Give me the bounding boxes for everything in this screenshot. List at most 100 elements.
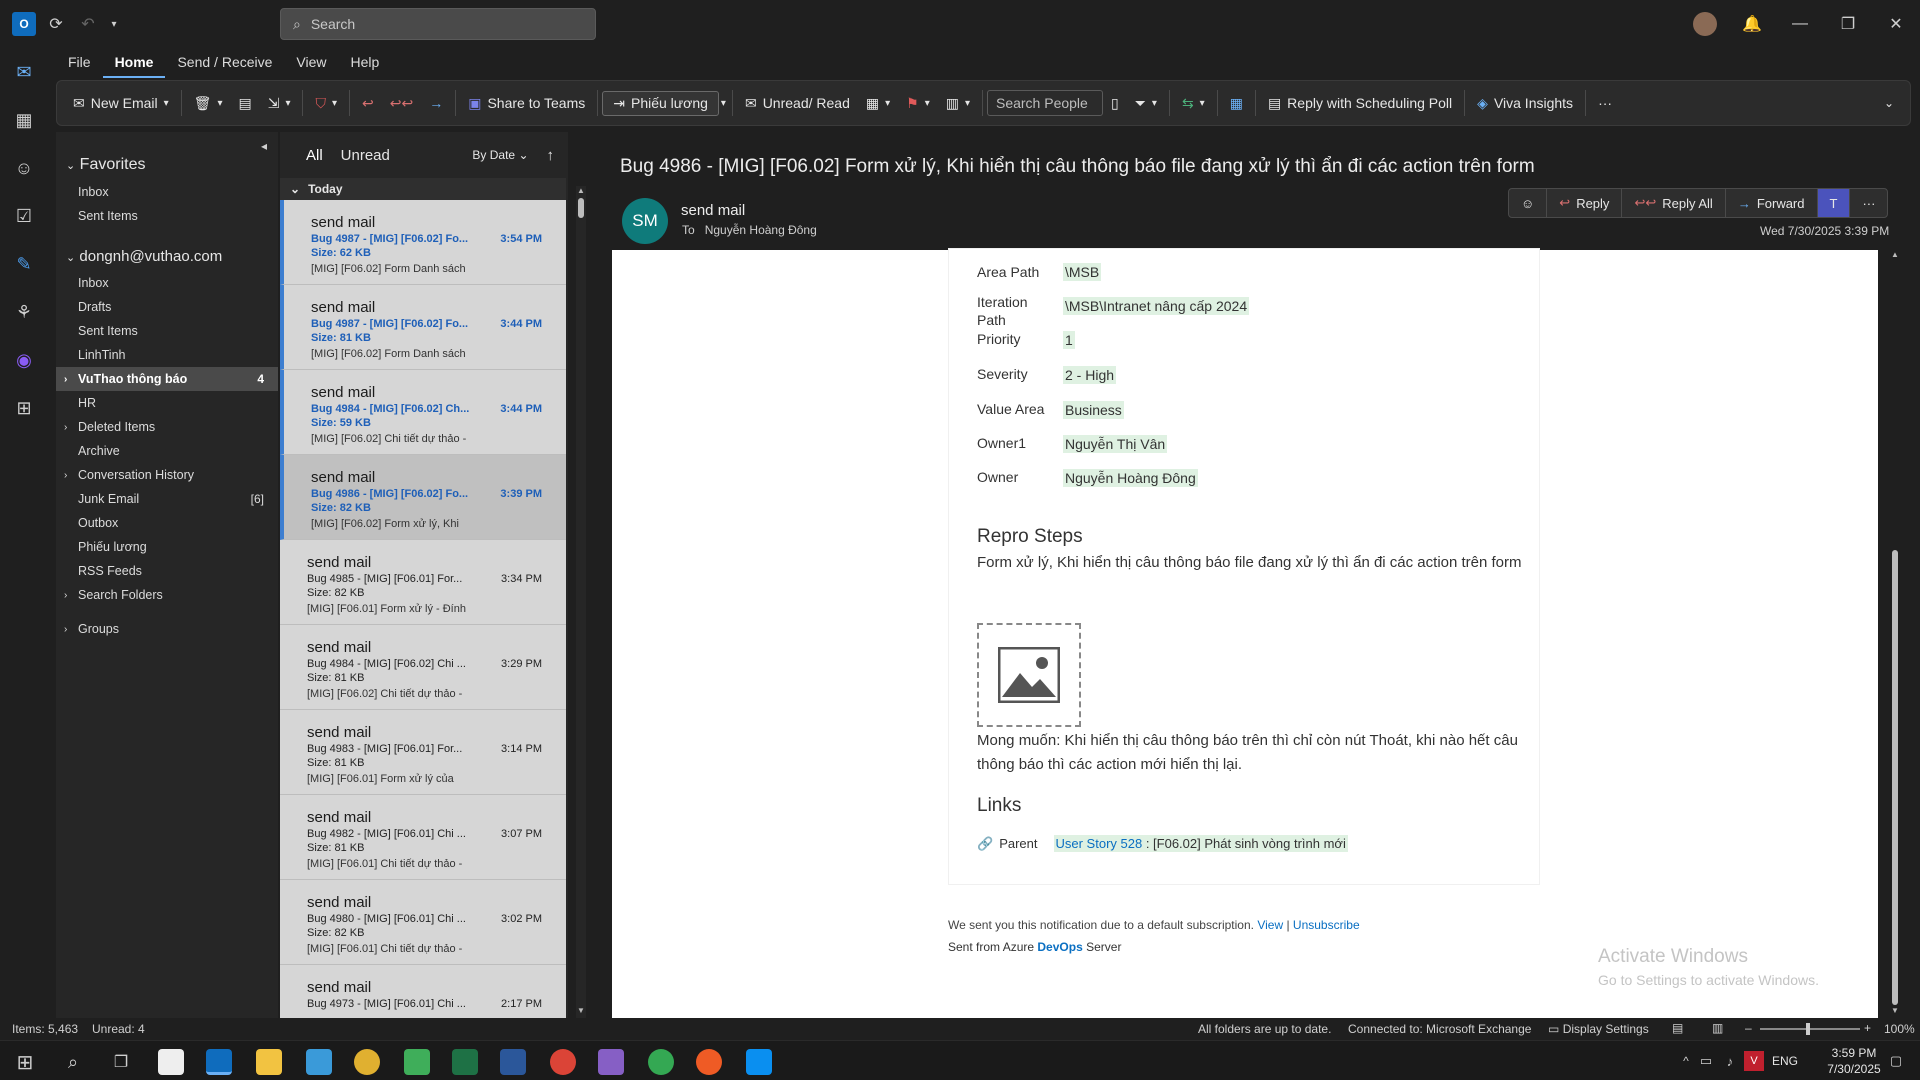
more-actions-button[interactable]: ··· xyxy=(1850,189,1887,217)
group-header-today[interactable]: ⌄ Today xyxy=(280,178,566,200)
list-item[interactable]: send mail Bug 4987 - [MIG] [F06.02] Fo...… xyxy=(280,285,566,370)
minimize-icon[interactable]: — xyxy=(1788,12,1812,36)
menu-view[interactable]: View xyxy=(284,48,338,78)
list-item[interactable]: send mail Bug 4982 - [MIG] [F06.01] Chi .… xyxy=(280,795,566,880)
notepad-icon[interactable] xyxy=(404,1049,430,1075)
clock-date[interactable]: 7/30/2025 xyxy=(1822,1062,1886,1076)
sender-avatar[interactable]: SM xyxy=(622,198,668,244)
folder-junk-email[interactable]: Junk Email [6] xyxy=(56,487,278,511)
list-item[interactable]: send mail Bug 4980 - [MIG] [F06.01] Chi .… xyxy=(280,880,566,965)
network-icon[interactable]: ▭ xyxy=(1696,1051,1716,1071)
scroll-up-icon[interactable]: ▲ xyxy=(577,186,585,195)
fav-sent-items[interactable]: Sent Items xyxy=(56,204,278,228)
scroll-thumb[interactable] xyxy=(578,198,584,218)
notification-center-icon[interactable]: ▢ xyxy=(1886,1051,1906,1071)
antivirus-icon[interactable]: V xyxy=(1744,1051,1764,1071)
language-indicator[interactable]: ENG xyxy=(1772,1054,1798,1068)
categorize-button[interactable]: ▦ ▾ xyxy=(858,91,898,116)
folder-groups[interactable]: › Groups xyxy=(56,617,278,641)
folder-outbox[interactable]: Outbox xyxy=(56,511,278,535)
image-placeholder-icon[interactable] xyxy=(977,623,1081,727)
chrome-2-icon[interactable] xyxy=(550,1049,576,1075)
scroll-down-icon[interactable]: ▼ xyxy=(577,1006,585,1015)
tab-all[interactable]: All xyxy=(306,147,323,164)
reply-button[interactable]: ↩ Reply xyxy=(1547,189,1623,217)
folder-search-folders[interactable]: › Search Folders xyxy=(56,583,278,607)
zoom-out-icon[interactable]: – xyxy=(1745,1021,1752,1035)
restore-icon[interactable]: ❐ xyxy=(1836,12,1860,36)
folder-drafts[interactable]: Drafts xyxy=(56,295,278,319)
view-link[interactable]: View xyxy=(1257,918,1283,932)
more-options-button[interactable]: ··· xyxy=(1590,91,1620,115)
file-explorer-icon[interactable] xyxy=(256,1049,282,1075)
account-header[interactable]: ⌄ dongnh@vuthao.com xyxy=(56,228,278,271)
move-button[interactable]: ⇲ ▾ xyxy=(260,91,299,116)
reply-all-ribbon-button[interactable]: ↩↩ xyxy=(382,91,421,116)
taskbar-search-icon[interactable]: ⌕ xyxy=(60,1049,86,1075)
list-item[interactable]: send mail Bug 4987 - [MIG] [F06.02] Fo...… xyxy=(280,200,566,285)
viva-icon[interactable]: ◉ xyxy=(12,348,36,372)
archive-button[interactable]: ▤ xyxy=(230,91,259,116)
menu-file[interactable]: File xyxy=(56,48,103,78)
recipient-name[interactable]: Nguyễn Hoàng Đông xyxy=(705,223,817,237)
outlook-app-icon[interactable] xyxy=(206,1049,232,1075)
apps-icon[interactable]: ⊞ xyxy=(12,396,36,420)
word-icon[interactable] xyxy=(500,1049,526,1075)
reply-ribbon-button[interactable]: ↩ xyxy=(354,91,382,116)
pen-icon[interactable]: ✎ xyxy=(12,252,36,276)
sender-name[interactable]: send mail xyxy=(681,202,745,219)
folder-vuthao-thong-bao[interactable]: › VuThao thông báo 4 xyxy=(56,367,278,391)
notion-app-icon[interactable] xyxy=(158,1049,184,1075)
volume-icon[interactable]: ♪ xyxy=(1720,1051,1740,1071)
reading-scroll-thumb[interactable] xyxy=(1892,550,1898,1005)
list-item[interactable]: send mail Bug 4983 - [MIG] [F06.01] For..… xyxy=(280,710,566,795)
avatar[interactable] xyxy=(1693,12,1717,36)
list-item[interactable]: send mail Bug 4984 - [MIG] [F06.02] Chi .… xyxy=(280,625,566,710)
chrome-3-icon[interactable] xyxy=(648,1049,674,1075)
clock-time[interactable]: 3:59 PM xyxy=(1822,1046,1886,1060)
folder-rss-feeds[interactable]: RSS Feeds xyxy=(56,559,278,583)
search-people-input[interactable]: Search People xyxy=(986,90,1103,116)
folder-inbox[interactable]: Inbox xyxy=(56,271,278,295)
tray-overflow-icon[interactable]: ^ xyxy=(1676,1051,1696,1071)
snipping-tool-icon[interactable] xyxy=(306,1049,332,1075)
teams-button[interactable]: T xyxy=(1817,189,1851,217)
menu-send-receive[interactable]: Send / Receive xyxy=(165,48,284,78)
excel-icon[interactable] xyxy=(452,1049,478,1075)
menu-home[interactable]: Home xyxy=(102,48,166,78)
folder-hr[interactable]: HR xyxy=(56,391,278,415)
list-item[interactable]: send mail Bug 4986 - [MIG] [F06.02] Fo...… xyxy=(280,455,566,540)
windows-start-icon[interactable]: ⊞ xyxy=(12,1049,38,1075)
folder-conversation-history[interactable]: › Conversation History xyxy=(56,463,278,487)
reply-all-button[interactable]: ↩↩ Reply All xyxy=(1622,189,1726,217)
menu-help[interactable]: Help xyxy=(339,48,392,78)
list-item[interactable]: send mail Bug 4985 - [MIG] [F06.01] For..… xyxy=(280,540,566,625)
message-list-scrollbar[interactable]: ▲ ▼ xyxy=(576,186,586,1018)
scroll-up-icon[interactable]: ▲ xyxy=(1891,250,1899,259)
folder-deleted-items[interactable]: › Deleted Items xyxy=(56,415,278,439)
sort-direction-icon[interactable]: ↑ xyxy=(547,147,555,164)
translate-button[interactable]: ⇆ ▾ xyxy=(1174,91,1213,116)
policy-button[interactable]: ▥ ▾ xyxy=(938,91,978,116)
filter-button[interactable]: ⏷ ▾ xyxy=(1127,91,1165,116)
postman-icon[interactable] xyxy=(696,1049,722,1075)
folder-archive[interactable]: Archive xyxy=(56,439,278,463)
collapse-pane-icon[interactable]: ◂ xyxy=(256,138,272,154)
folder-sent-items[interactable]: Sent Items xyxy=(56,319,278,343)
tasks-icon[interactable]: ☑ xyxy=(12,204,36,228)
parent-work-item-link[interactable]: User Story 528 xyxy=(1056,836,1143,851)
sync-icon[interactable]: ⟳ xyxy=(44,12,68,36)
address-book-button[interactable]: ▯ xyxy=(1103,91,1127,116)
close-icon[interactable]: ✕ xyxy=(1884,12,1908,36)
forward-ribbon-button[interactable]: → xyxy=(421,91,451,115)
people-icon[interactable]: ☺ xyxy=(12,156,36,180)
bell-icon[interactable]: 🔔 xyxy=(1740,12,1764,36)
reading-scrollbar[interactable]: ▲ ▼ xyxy=(1888,250,1902,1018)
unread-read-button[interactable]: ✉ Unread/ Read xyxy=(737,91,858,116)
viva-insights-button[interactable]: ◈ Viva Insights xyxy=(1469,91,1581,116)
new-email-button[interactable]: ✉ New Email ▾ xyxy=(65,91,177,116)
reading-view-icon[interactable]: ▥ xyxy=(1712,1021,1723,1035)
emoji-react-button[interactable]: ☺ xyxy=(1509,189,1548,217)
ribbon-collapse-button[interactable]: ⌄ xyxy=(1876,92,1902,114)
normal-view-icon[interactable]: ▤ xyxy=(1672,1021,1683,1035)
